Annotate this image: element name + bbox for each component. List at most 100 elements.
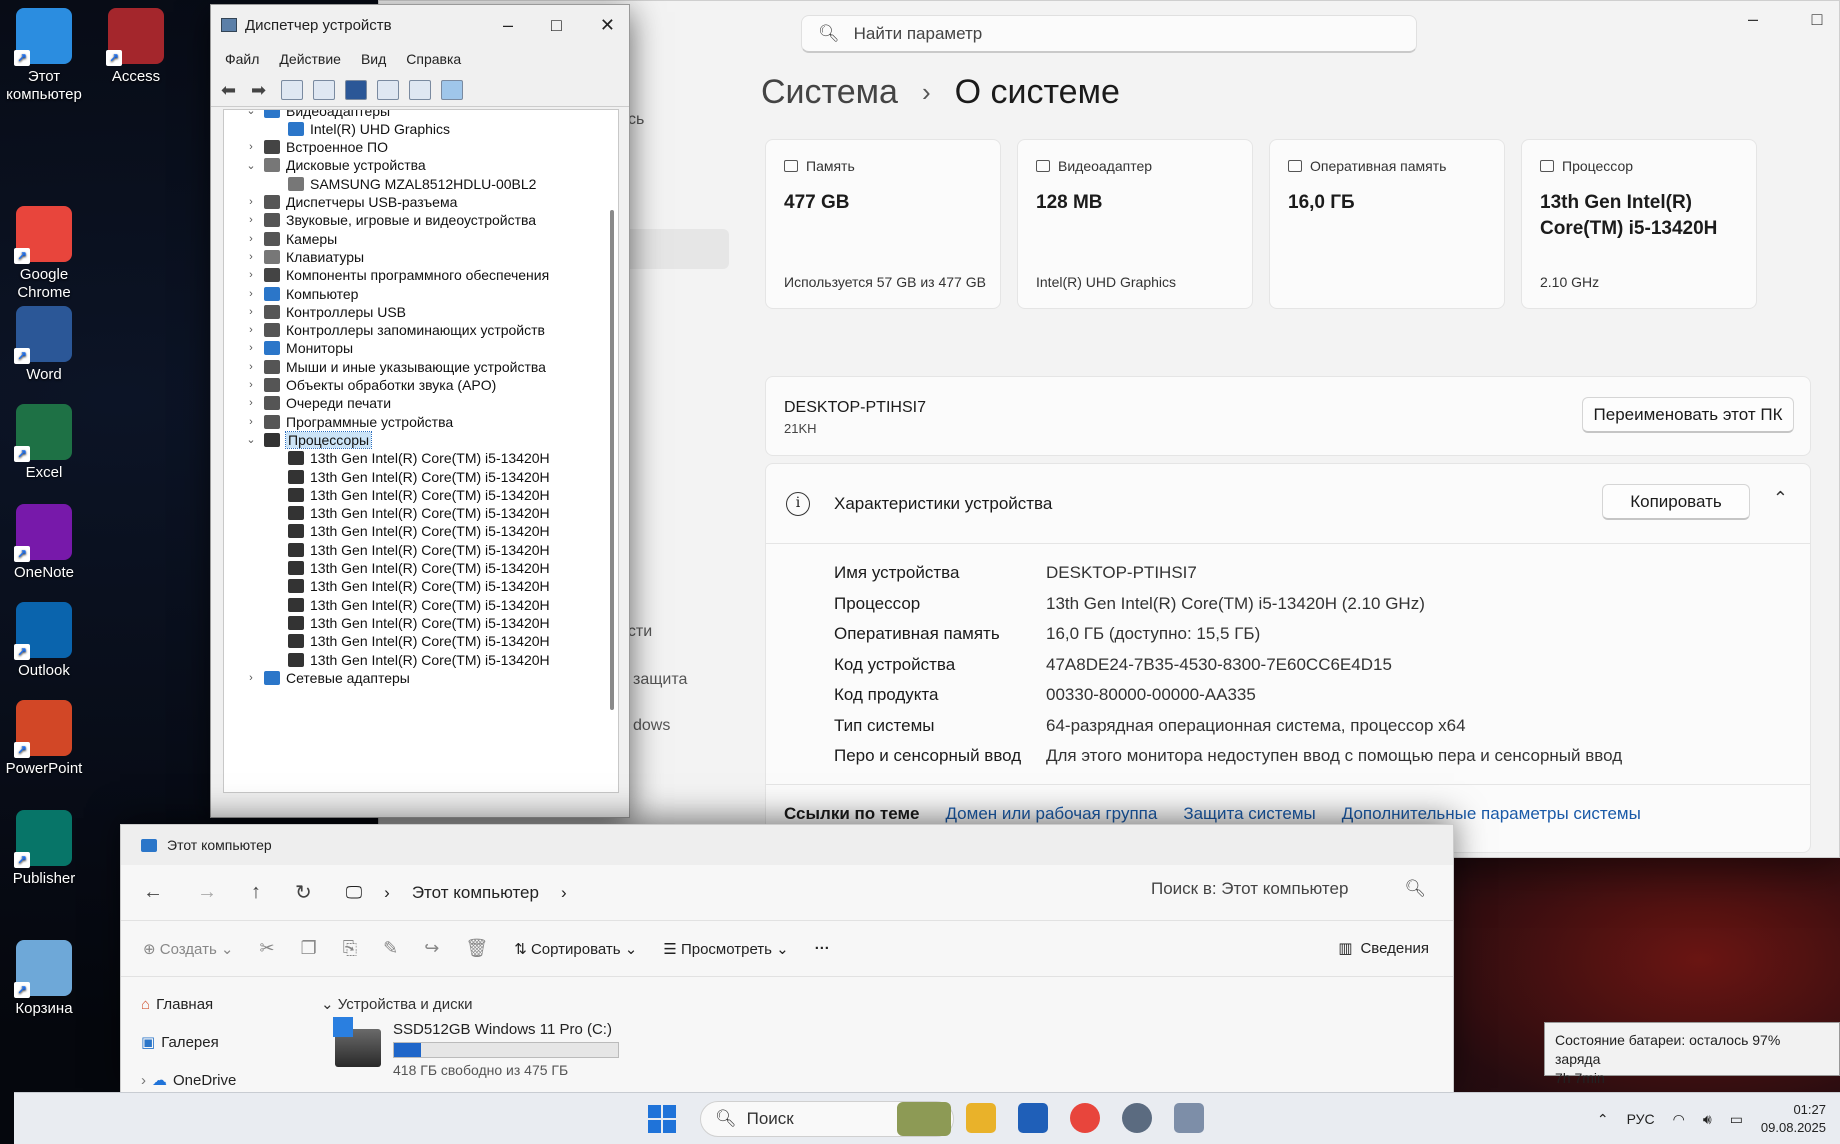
chevron-up-icon[interactable]: ⌃ [1597,1111,1609,1128]
tree-category[interactable]: › Сетевые адаптеры [244,667,410,688]
show-hidden-icon[interactable] [313,79,335,100]
start-button[interactable] [648,1105,676,1133]
menu-view[interactable]: Вид [361,51,386,67]
chevron-right-icon[interactable]: › [244,672,258,684]
domain-workgroup-link[interactable]: Домен или рабочая группа [945,804,1157,824]
gpu-card[interactable]: Видеоадаптер 128 MB Intel(R) UHD Graphic… [1017,139,1253,309]
details-pane-button[interactable]: ▥ Сведения [1338,939,1429,958]
sidebar-fragment[interactable]: dows [633,717,670,735]
chevron-right-icon[interactable]: › [244,416,258,428]
update-driver-icon[interactable] [377,79,399,100]
rename-icon[interactable]: ✎ [383,938,398,959]
close-button[interactable]: ✕ [600,15,615,36]
store-taskbar-icon[interactable] [1018,1103,1048,1133]
desktop-icon[interactable]: ↗ Google Chrome [0,206,94,302]
settings-taskbar-icon[interactable] [1122,1103,1152,1133]
advanced-system-settings-link[interactable]: Дополнительные параметры системы [1342,804,1641,824]
menu-help[interactable]: Справка [406,51,461,67]
drive-c[interactable]: SSD512GB Windows 11 Pro (C:) 418 ГБ своб… [333,1017,619,1078]
chevron-right-icon[interactable]: › [244,141,258,153]
scrollbar[interactable] [610,210,614,710]
minimize-button[interactable]: – [503,15,513,36]
chevron-right-icon[interactable]: › [244,342,258,354]
back-icon[interactable]: ⬅︎ [221,80,241,100]
scan-hardware-icon[interactable] [409,79,431,100]
view-button[interactable]: ☰ Просмотреть ⌄ [663,940,788,958]
chevron-right-icon[interactable]: › [244,397,258,409]
desktop-icon[interactable]: ↗ Access [86,8,186,86]
desktop-icon[interactable]: ↗ Publisher [0,810,94,888]
nav-home[interactable]: ⌂ Главная [141,985,236,1023]
nav-gallery[interactable]: ▣ Галерея [141,1023,236,1061]
desktop-icon[interactable]: ↗ PowerPoint [0,700,94,778]
menu-file[interactable]: Файл [225,51,259,67]
sidebar-selected-item[interactable] [619,229,729,269]
chevron-up-icon[interactable]: ⌃ [1773,488,1788,509]
properties-icon[interactable] [281,79,303,100]
chevron-right-icon[interactable]: › [244,324,258,336]
language-indicator[interactable]: РУС [1627,1111,1655,1127]
wifi-icon[interactable]: ◠ [1673,1111,1685,1128]
chevron-right-icon[interactable]: › [244,306,258,318]
processor-card[interactable]: Процессор 13th Gen Intel(R) Core(TM) i5-… [1521,139,1757,309]
clock[interactable]: 01:27 09.08.2025 [1761,1101,1826,1137]
ram-card[interactable]: Оперативная память 16,0 ГБ [1269,139,1505,309]
paste-icon[interactable]: ⎘ [343,938,357,959]
forward-icon[interactable]: → [197,881,217,904]
chevron-right-icon[interactable]: › [244,233,258,245]
minimize-button[interactable]: – [1741,9,1765,30]
storage-card[interactable]: Память 477 GB Используется 57 GB из 477 … [765,139,1001,309]
cut-icon[interactable]: ✂ [260,938,275,959]
back-icon[interactable]: ← [143,881,163,904]
explorer-tab[interactable]: Этот компьютер [121,825,1453,865]
explorer-search-input[interactable]: Поиск в: Этот компьютер 🔍︎ [1151,879,1426,899]
chevron-right-icon[interactable]: › [244,379,258,391]
devices-section-header[interactable]: ⌄ Устройства и диски [321,995,473,1013]
chevron-down-icon[interactable]: ⌄ [244,433,258,446]
monitor-icon[interactable] [441,79,463,100]
rename-pc-button[interactable]: Переименовать этот ПК [1582,397,1794,433]
breadcrumb-parent[interactable]: Система [761,73,898,112]
delete-icon[interactable]: 🗑︎ [465,938,488,959]
address-segment[interactable]: Этот компьютер [412,883,539,903]
chevron-right-icon[interactable]: › [561,883,567,903]
more-options-button[interactable]: ··· [815,940,830,957]
address-bar[interactable]: 🖵︎ › Этот компьютер › [346,883,567,903]
chrome-taskbar-icon[interactable] [1070,1103,1100,1133]
chevron-right-icon[interactable]: › [244,251,258,263]
desktop-icon[interactable]: ↗ OneNote [0,504,94,582]
desktop-icon[interactable]: ↗ Этот компьютер [0,8,94,104]
chevron-down-icon[interactable]: ⌄ [244,159,258,172]
chevron-right-icon[interactable]: › [244,196,258,208]
desktop-icon[interactable]: ↗ Word [0,306,94,384]
chevron-right-icon[interactable]: › [141,1072,146,1089]
settings-search-input[interactable]: 🔍︎ Найти параметр [801,15,1417,53]
copy-button[interactable]: Копировать [1602,484,1750,520]
share-icon[interactable]: ↪ [424,938,439,959]
battery-icon[interactable]: ▭ [1730,1111,1743,1128]
create-button[interactable]: ⊕ Создать ⌄ [143,940,234,958]
maximize-button[interactable]: □ [551,15,562,36]
file-explorer-taskbar-icon[interactable] [966,1103,996,1133]
help-icon[interactable] [345,79,367,100]
desktop-icon[interactable]: ↗ Outlook [0,602,94,680]
device-manager-titlebar[interactable]: Диспетчер устройств – □ ✕ [211,5,629,45]
desktop-icon[interactable]: ↗ Excel [0,404,94,482]
specs-header[interactable]: i Характеристики устройства Копировать ⌃ [766,464,1810,544]
device-manager-taskbar-icon[interactable] [1174,1103,1204,1133]
forward-icon[interactable]: ➡︎ [251,80,271,100]
chevron-right-icon[interactable]: › [244,214,258,226]
copy-icon[interactable]: ❐ [301,938,317,959]
sort-button[interactable]: ⇅ Сортировать ⌄ [514,940,637,958]
sidebar-fragment[interactable]: защита [633,671,687,689]
chevron-right-icon[interactable]: › [244,361,258,373]
taskbar-search[interactable]: 🔍︎ Поиск [700,1101,954,1137]
refresh-icon[interactable]: ↻ [295,880,312,905]
up-icon[interactable]: ↑ [251,881,261,904]
system-protection-link[interactable]: Защита системы [1183,804,1315,824]
chevron-right-icon[interactable]: › [244,288,258,300]
maximize-button[interactable]: □ [1805,9,1829,30]
menu-action[interactable]: Действие [279,51,341,67]
volume-icon[interactable]: 🔊︎ [1703,1111,1712,1128]
desktop-icon[interactable]: ↗ Корзина [0,940,94,1018]
